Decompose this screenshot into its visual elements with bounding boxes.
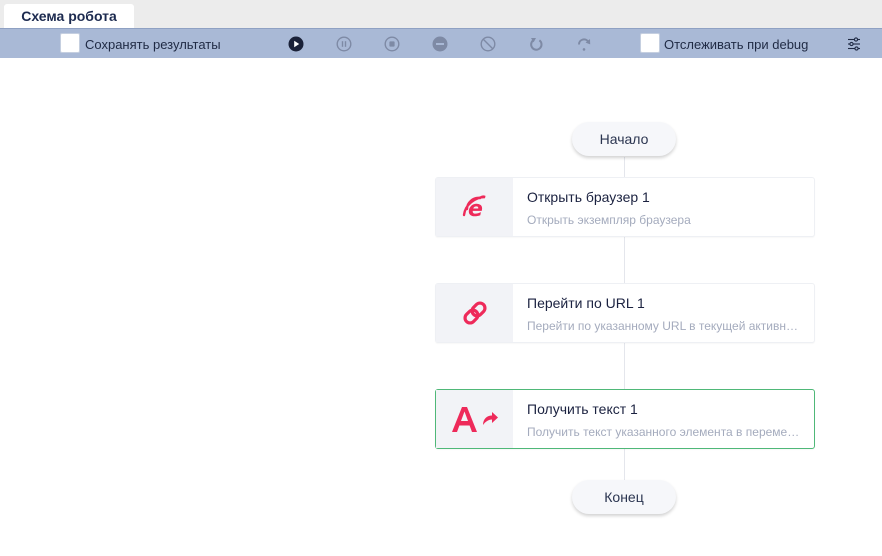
- sliders-icon: [848, 37, 860, 51]
- flow-node-go-to-url[interactable]: Перейти по URL 1 Перейти по указанному U…: [435, 283, 815, 343]
- save-results-label: Сохранять результаты: [85, 37, 221, 52]
- node-icon-area: e: [436, 178, 513, 236]
- undo-button[interactable]: [528, 36, 544, 52]
- play-icon: [288, 36, 304, 52]
- node-body: Перейти по URL 1 Перейти по указанному U…: [513, 284, 814, 342]
- stop-icon: [384, 36, 400, 52]
- pause-button[interactable]: [336, 36, 352, 52]
- robot-scheme-page: Схема робота Сохранять результаты Отслеж…: [0, 0, 882, 556]
- node-subtitle: Открыть экземпляр браузера: [527, 213, 691, 227]
- node-icon-area: [436, 284, 513, 342]
- node-subtitle: Получить текст указанного элемента в пер…: [527, 425, 800, 439]
- cancel-icon: [480, 36, 496, 52]
- block-button[interactable]: [480, 36, 496, 52]
- flow-start-node[interactable]: Начало: [572, 122, 676, 156]
- node-subtitle: Перейти по указанному URL в текущей акти…: [527, 319, 800, 333]
- connector-line: [624, 448, 625, 480]
- flow-node-get-text[interactable]: Получить текст 1 Получить текст указанно…: [435, 389, 815, 449]
- browser-e-icon: e: [462, 195, 486, 221]
- run-button[interactable]: [288, 36, 304, 52]
- node-title: Открыть браузер 1: [527, 189, 650, 205]
- end-label: Конец: [604, 489, 644, 505]
- track-debug-checkbox[interactable]: [640, 33, 660, 53]
- tab-strip: Схема робота: [0, 0, 882, 28]
- minus-icon: [432, 36, 448, 52]
- start-label: Начало: [599, 131, 649, 147]
- connector-line: [624, 236, 625, 283]
- flow-node-open-browser[interactable]: e Открыть браузер 1 Открыть экземпляр бр…: [435, 177, 815, 237]
- undo-icon: [530, 38, 543, 51]
- tab-label: Схема робота: [21, 8, 117, 24]
- node-icon-area: [436, 390, 513, 448]
- get-text-icon: [451, 407, 498, 432]
- disable-button[interactable]: [432, 36, 448, 52]
- save-results-checkbox[interactable]: [60, 33, 80, 53]
- redo-icon: [577, 38, 591, 51]
- connector-line: [624, 157, 625, 178]
- connector-line: [624, 342, 625, 389]
- flow-end-node[interactable]: Конец: [572, 480, 676, 514]
- stop-button[interactable]: [384, 36, 400, 52]
- tab-robot-scheme[interactable]: Схема робота: [4, 4, 134, 28]
- settings-button[interactable]: [846, 36, 862, 52]
- node-title: Получить текст 1: [527, 401, 638, 417]
- pause-icon: [336, 36, 352, 52]
- node-title: Перейти по URL 1: [527, 295, 645, 311]
- link-icon: [462, 301, 487, 325]
- redo-button[interactable]: [576, 36, 592, 52]
- track-debug-label: Отслеживать при debug: [664, 37, 809, 52]
- toolbar: Сохранять результаты Отслеживать при deb…: [0, 28, 882, 58]
- node-body: Открыть браузер 1 Открыть экземпляр брау…: [513, 178, 814, 236]
- node-body: Получить текст 1 Получить текст указанно…: [513, 390, 814, 448]
- svg-text:e: e: [468, 197, 483, 221]
